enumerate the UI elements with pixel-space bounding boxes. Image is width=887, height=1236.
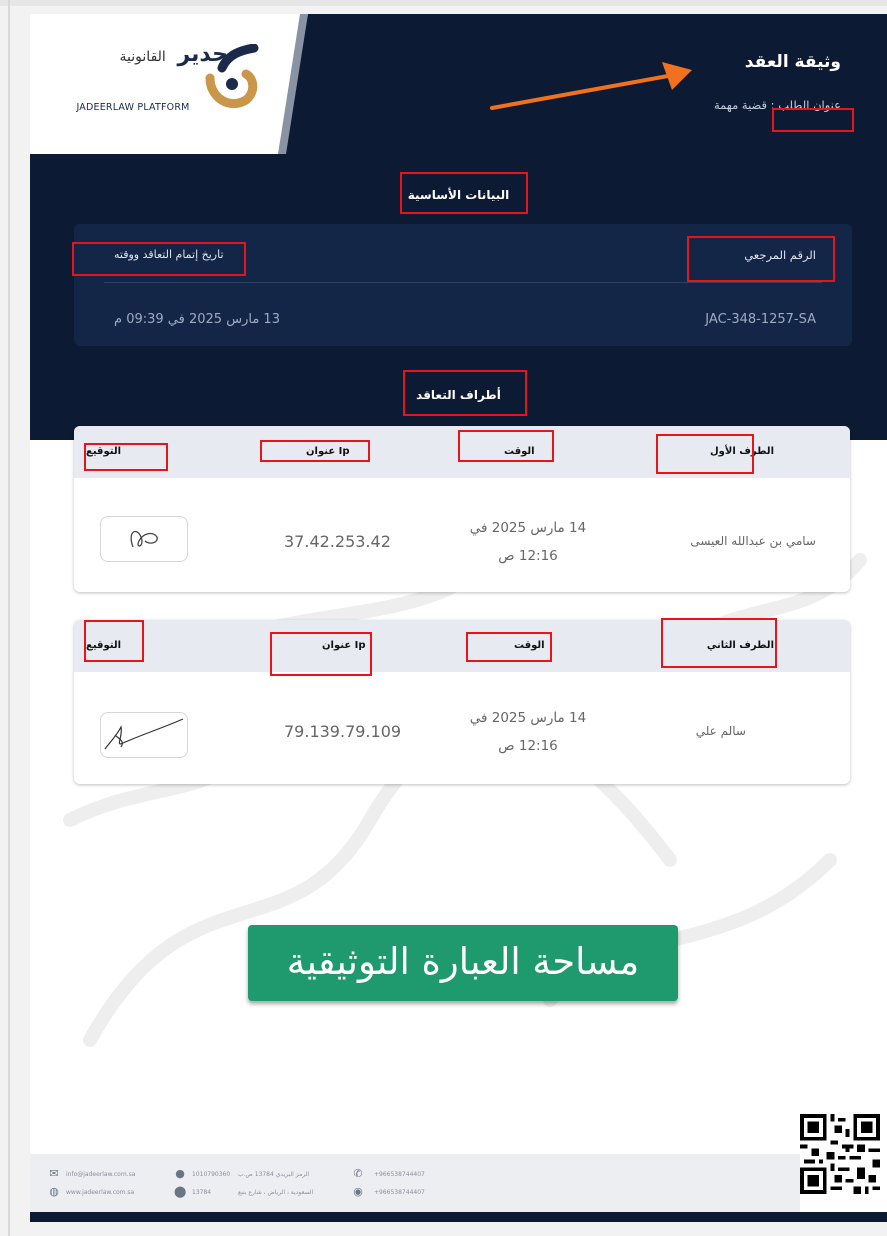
highlight-signature-col-2 — [84, 620, 144, 662]
highlight-party-col-2 — [661, 618, 777, 668]
footer-website: www.jadeerlaw.com.sa — [66, 1189, 135, 1196]
second-party-name: سالم علي — [695, 724, 746, 738]
second-party-time-hour: 12:16 ص — [498, 738, 558, 754]
reference-number-value: JAC-348-1257-SA — [705, 312, 816, 327]
highlight-time-col-1 — [458, 430, 554, 462]
highlight-ip-col-2 — [270, 632, 372, 676]
highlight-parties-title — [403, 370, 527, 416]
second-party-ip: 79.139.79.109 — [284, 722, 402, 741]
document-title: وثيقة العقد — [744, 52, 841, 72]
first-party-ip: 37.42.253.42 — [284, 532, 391, 551]
highlight-time-col-2 — [466, 632, 552, 662]
highlight-basic-data-title — [400, 172, 528, 214]
footer-postal: الرمز البريدي 13784 ص.ب — [238, 1171, 310, 1178]
phone-icon: ✆ — [353, 1167, 363, 1180]
second-party-signature — [100, 712, 188, 758]
whatsapp-icon: ◉ — [353, 1185, 363, 1198]
signature-icon — [130, 530, 158, 548]
footer-address-code: 13784 — [192, 1189, 212, 1196]
logo-subtitle: القانونية — [119, 49, 166, 65]
contract-date-value: 13 مارس 2025 في 09:39 م — [114, 312, 280, 327]
location-pin-icon: ⬤ — [174, 1185, 187, 1198]
highlight-date-label — [72, 242, 246, 276]
logo-slant — [278, 14, 308, 154]
first-party-time: 14 مارس 2025 في 12:16 ص — [458, 514, 598, 570]
qr-code — [800, 1114, 880, 1194]
footer-cr: 1010790360 — [192, 1171, 231, 1178]
footer-address: السعودية ، الرياض ، شارع بنبع — [238, 1189, 314, 1196]
globe-icon: ◍ — [49, 1185, 59, 1198]
contract-document: جدير القانونية JADEERLAW PLATFORM وثيقة … — [30, 14, 887, 1222]
authentication-stamp-area: مساحة العبارة التوثيقية — [248, 925, 678, 1001]
email-icon: ✉ — [49, 1167, 59, 1180]
footer-contact-band — [30, 1154, 800, 1212]
highlight-request-title — [772, 108, 854, 132]
highlight-party-col-1 — [656, 434, 754, 474]
signature-icon — [104, 718, 184, 750]
footer-phone: +966538744407 — [374, 1171, 425, 1178]
first-party-signature — [100, 516, 188, 562]
window-top-edge — [0, 0, 887, 6]
highlight-ip-col-1 — [260, 440, 370, 462]
first-party-time-hour: 12:16 ص — [498, 548, 558, 564]
logo-panel: جدير القانونية JADEERLAW PLATFORM — [30, 14, 280, 154]
highlight-signature-col-1 — [84, 443, 168, 471]
card-divider — [104, 282, 822, 283]
footer-email: info@jadeerlaw.com.sa — [66, 1171, 136, 1178]
footer-bottom-bar — [30, 1212, 887, 1222]
scrollbar[interactable] — [8, 0, 10, 1236]
document-footer: ✉ info@jadeerlaw.com.sa ◍ www.jadeerlaw.… — [30, 1154, 887, 1222]
footer-whatsapp: +966538744407 — [374, 1189, 425, 1196]
user-icon: ● — [175, 1167, 185, 1180]
second-party-time: 14 مارس 2025 في 12:16 ص — [458, 704, 598, 760]
first-party-name: سامي بن عبدالله العيسى — [690, 534, 816, 548]
logo-text-english: JADEERLAW PLATFORM — [76, 102, 190, 113]
logo-mark-icon — [205, 44, 259, 109]
second-party-time-date: 14 مارس 2025 في — [469, 710, 587, 726]
first-party-time-date: 14 مارس 2025 في — [469, 520, 587, 536]
annotation-arrow-icon — [490, 62, 692, 110]
highlight-reference-label — [687, 236, 835, 282]
